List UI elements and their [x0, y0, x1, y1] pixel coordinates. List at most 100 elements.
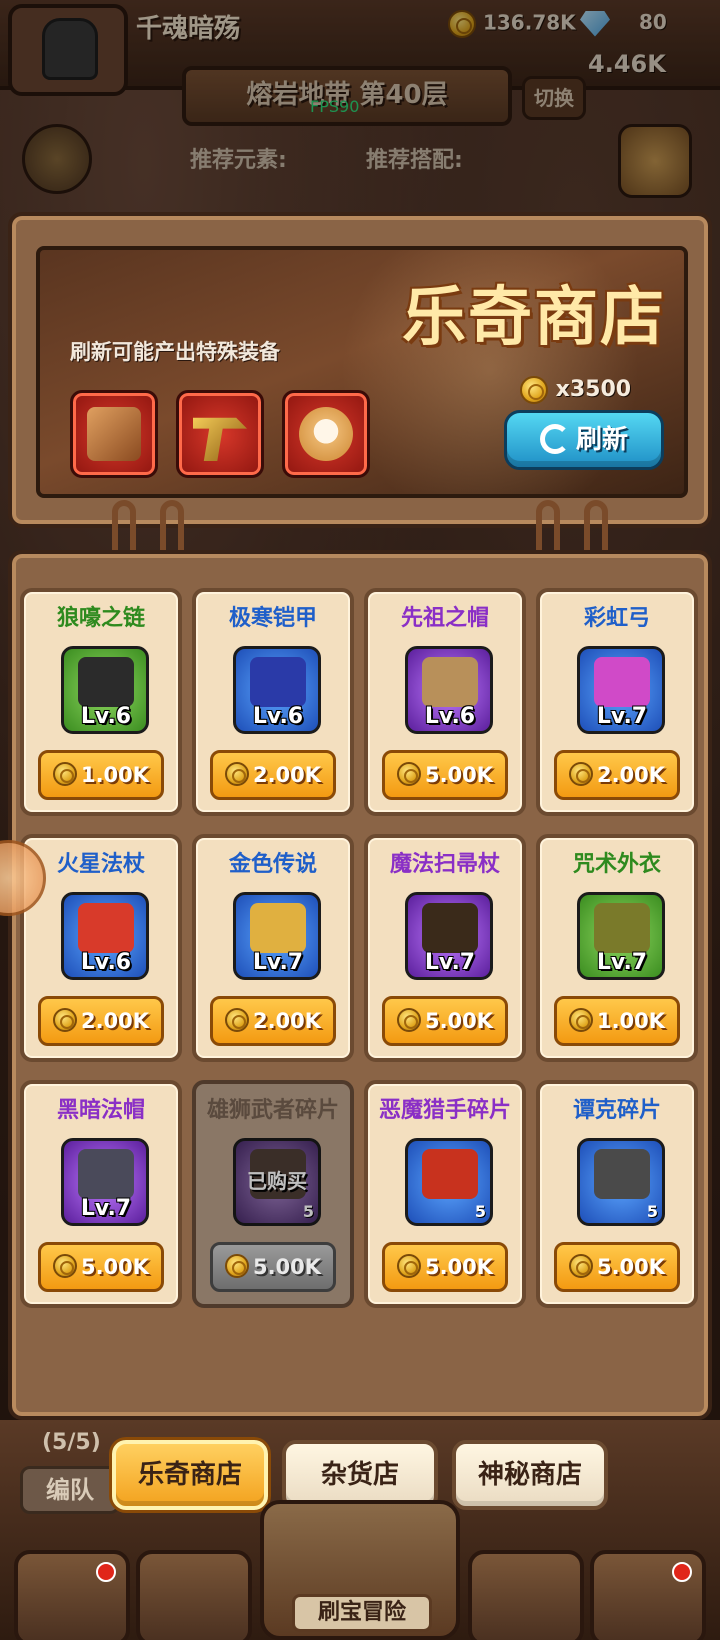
item-level: Lv.6 [424, 704, 476, 729]
gold-coin-icon [52, 1008, 77, 1032]
shop-item-card[interactable]: 金色传说 Lv.7 2.00K [192, 834, 354, 1062]
tank-shard-icon: 5 [577, 1138, 665, 1226]
buy-button[interactable]: 2.00K [210, 996, 336, 1046]
shop-item-card[interactable]: 狼嚎之链 Lv.6 1.00K [20, 588, 182, 816]
nav-chest-icon[interactable] [468, 1550, 584, 1640]
book-item-icon[interactable] [70, 390, 158, 478]
nav-treasure-adventure[interactable]: 刷宝冒险 [260, 1500, 460, 1640]
item-level: Lv.7 [424, 950, 476, 975]
nav-shop-icon[interactable] [14, 1550, 130, 1640]
shop-item-card[interactable]: 雄狮武者碎片已购买 5 5.00K [192, 1080, 354, 1308]
nav-hero-icon[interactable] [136, 1550, 252, 1640]
gold-coin-icon [52, 1254, 77, 1278]
item-art [250, 657, 306, 707]
tab-mystery-shop[interactable]: 神秘商店 [452, 1440, 608, 1510]
gold-coin-icon [52, 762, 77, 786]
item-art [78, 657, 134, 707]
shop-item-card[interactable]: 极寒铠甲 Lv.6 2.00K [192, 588, 354, 816]
nav-center-label: 刷宝冒险 [292, 1594, 432, 1632]
item-art [422, 903, 478, 953]
tab-lucky-shop[interactable]: 乐奇商店 [112, 1440, 268, 1510]
item-name: 雄狮武者碎片 [206, 1098, 339, 1123]
item-level: Lv.6 [80, 704, 132, 729]
item-level: Lv.6 [252, 704, 304, 729]
refresh-label: 刷新 [575, 425, 628, 455]
shard-count: 5 [474, 1202, 486, 1221]
chain-necklace-icon: Lv.6 [61, 646, 149, 734]
gold-coin-icon [224, 762, 249, 786]
notification-badge [96, 1562, 116, 1582]
gold-coin-icon [568, 1254, 593, 1278]
buy-button[interactable]: 1.00K [554, 996, 680, 1046]
team-count: (5/5) [42, 1430, 101, 1455]
item-price: 1.00K [596, 1009, 666, 1033]
item-price: 2.00K [80, 1009, 150, 1033]
shop-item-card[interactable]: 魔法扫帚杖 Lv.7 5.00K [364, 834, 526, 1062]
item-name: 先祖之帽 [400, 606, 489, 631]
shiba-dog-icon[interactable] [282, 390, 370, 478]
item-price: 2.00K [252, 1009, 322, 1033]
refresh-button[interactable]: 刷新 [504, 410, 664, 470]
item-name: 极寒铠甲 [228, 606, 317, 631]
item-name: 火星法杖 [56, 852, 145, 877]
item-art [422, 657, 478, 707]
golden-revolver-icon[interactable] [176, 390, 264, 478]
gold-coin-icon [396, 1008, 421, 1032]
shiba-art [299, 407, 353, 461]
item-price: 5.00K [252, 1255, 322, 1279]
lion-warrior-shard-icon: 已购买 5 [233, 1138, 321, 1226]
team-button[interactable]: 编队 [20, 1466, 120, 1514]
dark-wizard-hat-icon: Lv.7 [61, 1138, 149, 1226]
gold-coin-icon [396, 1254, 421, 1278]
demon-hunter-shard-icon: 5 [405, 1138, 493, 1226]
shard-count: 5 [646, 1202, 658, 1221]
item-name: 彩虹弓 [583, 606, 650, 631]
buy-button[interactable]: 1.00K [38, 750, 164, 800]
shop-item-card[interactable]: 恶魔猎手碎片 5 5.00K [364, 1080, 526, 1308]
buy-button: 5.00K [210, 1242, 336, 1292]
item-price: 1.00K [80, 763, 150, 787]
buy-button[interactable]: 5.00K [38, 1242, 164, 1292]
cursed-robe-icon: Lv.7 [577, 892, 665, 980]
gold-coin-icon [568, 1008, 593, 1032]
buy-button[interactable]: 5.00K [382, 996, 508, 1046]
buy-button[interactable]: 2.00K [554, 750, 680, 800]
notification-badge [672, 1562, 692, 1582]
buy-button[interactable]: 2.00K [210, 750, 336, 800]
item-art [422, 1149, 478, 1199]
item-price: 5.00K [596, 1255, 666, 1279]
book-art [87, 407, 141, 461]
item-name: 黑暗法帽 [56, 1098, 145, 1123]
gold-coin-icon [520, 376, 548, 404]
shop-item-card[interactable]: 彩虹弓 Lv.7 2.00K [536, 588, 698, 816]
item-level: Lv.7 [252, 950, 304, 975]
refresh-cost: x3500 [520, 376, 631, 404]
armor-icon: Lv.6 [233, 646, 321, 734]
buy-button[interactable]: 5.00K [382, 750, 508, 800]
refresh-icon [539, 423, 570, 454]
shop-item-card[interactable]: 黑暗法帽 Lv.7 5.00K [20, 1080, 182, 1308]
shop-subtitle: 刷新可能产出特殊装备 [70, 340, 280, 364]
shop-item-card[interactable]: 谭克碎片 5 5.00K [536, 1080, 698, 1308]
item-art [594, 1149, 650, 1199]
gold-coin-icon [396, 762, 421, 786]
nav-forge-icon[interactable] [590, 1550, 706, 1640]
item-price: 2.00K [596, 763, 666, 787]
buy-button[interactable]: 5.00K [554, 1242, 680, 1292]
item-level: Lv.7 [80, 1196, 132, 1221]
item-art [594, 657, 650, 707]
item-price: 5.00K [424, 1009, 494, 1033]
shop-item-card[interactable]: 咒术外衣 Lv.7 1.00K [536, 834, 698, 1062]
item-price: 5.00K [80, 1255, 150, 1279]
item-name: 狼嚎之链 [56, 606, 145, 631]
gold-coin-icon [568, 762, 593, 786]
shop-header-board: 乐奇商店 刷新可能产出特殊装备 x3500 刷新 [8, 212, 712, 528]
item-price: 5.00K [424, 763, 494, 787]
shop-item-card[interactable]: 先祖之帽 Lv.6 5.00K [364, 588, 526, 816]
item-art [250, 903, 306, 953]
buy-button[interactable]: 5.00K [382, 1242, 508, 1292]
shard-count: 5 [302, 1202, 314, 1221]
buy-button[interactable]: 2.00K [38, 996, 164, 1046]
item-name: 金色传说 [228, 852, 317, 877]
item-level: Lv.7 [596, 950, 648, 975]
